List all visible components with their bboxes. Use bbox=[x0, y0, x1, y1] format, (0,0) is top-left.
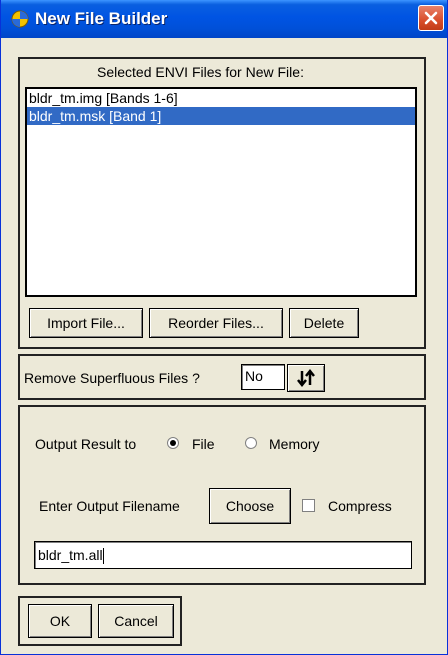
memory-radio-label[interactable]: Memory bbox=[269, 436, 320, 452]
remove-superfluous-value: No bbox=[241, 364, 285, 390]
import-file-button[interactable]: Import File... bbox=[29, 308, 143, 338]
close-button[interactable] bbox=[418, 5, 444, 31]
cancel-button[interactable]: Cancel bbox=[98, 604, 174, 638]
new-file-builder-window: New File Builder Selected ENVI Files for… bbox=[0, 0, 448, 655]
remove-superfluous-label: Remove Superfluous Files ? bbox=[24, 370, 200, 386]
list-item[interactable]: bldr_tm.msk [Band 1] bbox=[27, 107, 415, 125]
files-heading: Selected ENVI Files for New File: bbox=[97, 64, 304, 80]
title-bar[interactable]: New File Builder bbox=[1, 0, 447, 38]
choose-button[interactable]: Choose bbox=[209, 488, 291, 524]
reorder-files-button[interactable]: Reorder Files... bbox=[149, 308, 283, 338]
compress-label[interactable]: Compress bbox=[328, 498, 392, 514]
ok-button[interactable]: OK bbox=[28, 604, 92, 638]
memory-radio[interactable] bbox=[245, 437, 257, 449]
output-filename-value: bldr_tm.all bbox=[38, 547, 103, 563]
text-cursor bbox=[102, 548, 104, 565]
file-list[interactable]: bldr_tm.img [Bands 1-6] bldr_tm.msk [Ban… bbox=[25, 87, 417, 297]
compress-checkbox[interactable] bbox=[302, 499, 315, 512]
file-radio-label[interactable]: File bbox=[192, 436, 215, 452]
output-filename-label: Enter Output Filename bbox=[39, 498, 180, 514]
output-result-label: Output Result to bbox=[35, 436, 137, 452]
window-title: New File Builder bbox=[35, 9, 168, 28]
close-icon bbox=[424, 11, 438, 25]
file-radio[interactable] bbox=[167, 437, 179, 449]
delete-button[interactable]: Delete bbox=[289, 308, 359, 338]
toggle-button[interactable] bbox=[287, 364, 325, 392]
output-filename-input[interactable]: bldr_tm.all bbox=[34, 541, 412, 569]
app-icon bbox=[11, 10, 29, 28]
list-item[interactable]: bldr_tm.img [Bands 1-6] bbox=[27, 89, 415, 107]
swap-arrows-icon bbox=[297, 369, 315, 387]
